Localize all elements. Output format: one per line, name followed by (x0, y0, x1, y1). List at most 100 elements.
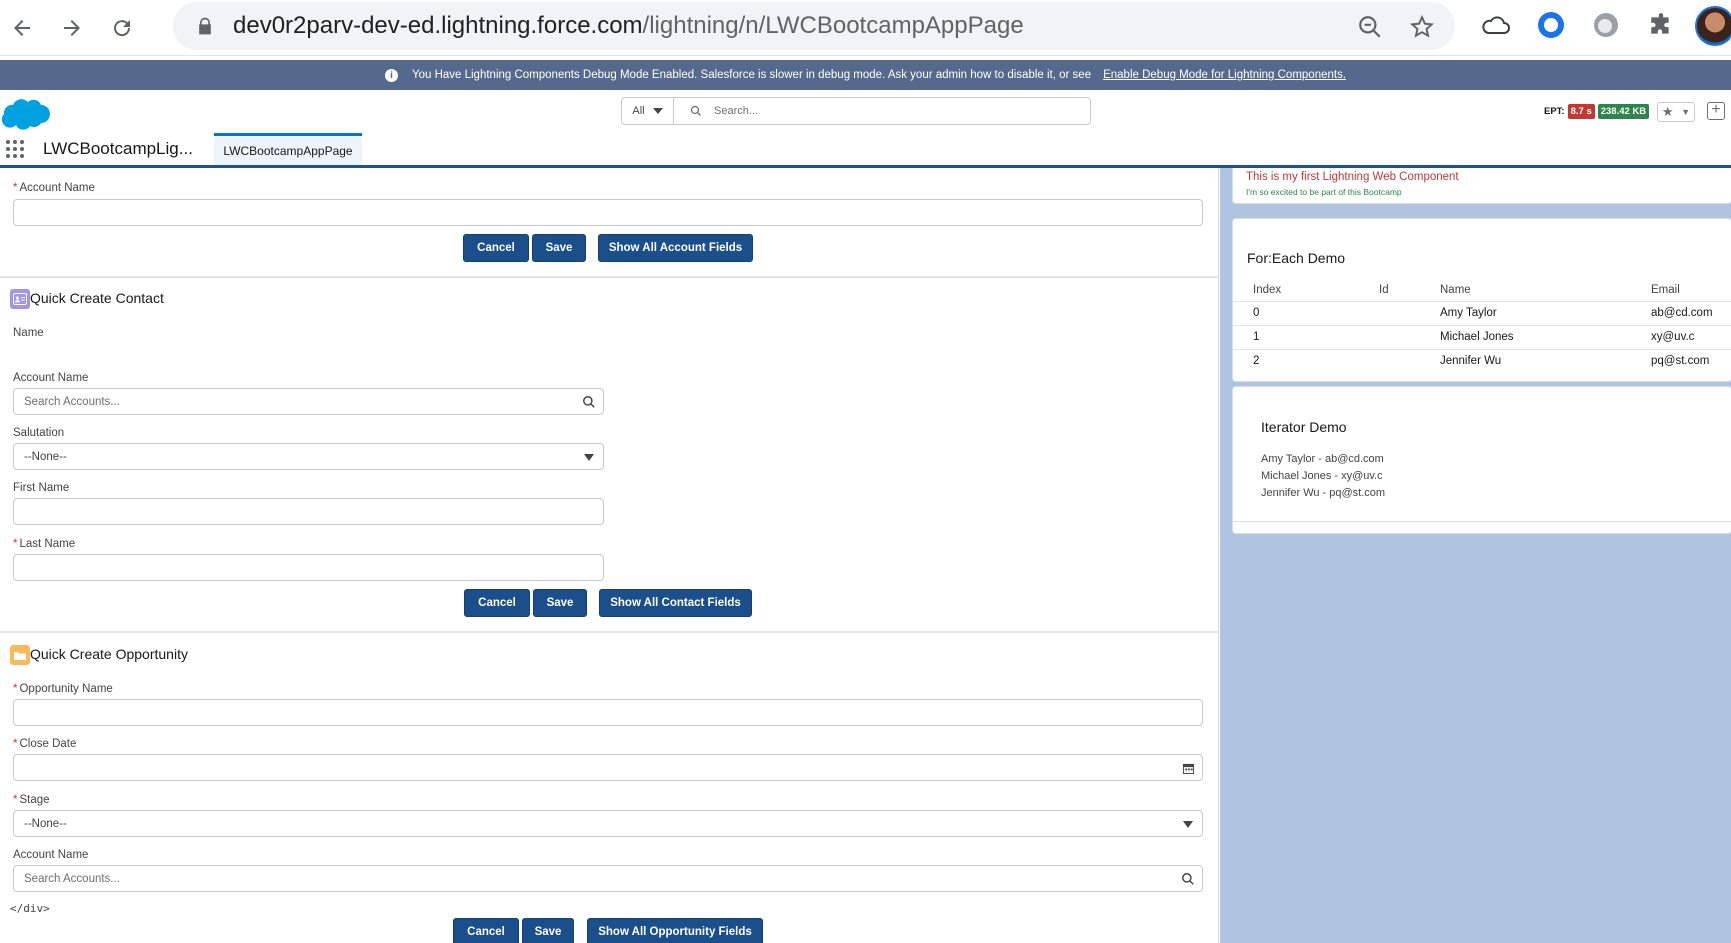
opportunity-name-field[interactable] (13, 699, 1203, 726)
contact-icon (10, 289, 30, 309)
iterator-demo-title: Iterator Demo (1261, 419, 1347, 435)
quick-create-contact-title: Quick Create Contact (30, 290, 164, 306)
contact-save-button[interactable]: Save (533, 589, 587, 617)
quick-create-opportunity-title: Quick Create Opportunity (30, 646, 188, 662)
list-item: Amy Taylor - ab@cd.com (1261, 453, 1384, 465)
foreach-demo-card: For:Each Demo Index Id Name Email 0 Amy … (1232, 218, 1731, 382)
global-search[interactable]: All Search... (621, 97, 1091, 125)
forward-button[interactable] (52, 8, 92, 48)
hello-line-2: I'm so excited to be part of this Bootca… (1246, 187, 1402, 197)
account-name-field[interactable] (13, 199, 1203, 226)
stage-select[interactable]: --None-- (13, 810, 1203, 837)
column-header-id: Id (1379, 283, 1389, 296)
column-header-email: Email (1651, 283, 1680, 296)
ept-time-badge: 8.7 s (1567, 104, 1595, 119)
reload-icon (114, 20, 131, 37)
back-icon (14, 20, 30, 36)
cell-email: xy@uv.c (1631, 324, 1731, 349)
close-date-field[interactable] (13, 754, 1203, 781)
star-icon[interactable]: ★ (1662, 104, 1674, 120)
tab-lwc-bootcamp-app-page[interactable]: LWCBootcampAppPage (214, 133, 362, 165)
card-divider (1233, 521, 1731, 522)
forward-icon (64, 20, 80, 36)
cell-id (1359, 348, 1420, 373)
cell-name: Amy Taylor (1420, 300, 1631, 325)
hello-line-1: This is my first Lightning Web Component (1246, 171, 1459, 183)
back-button[interactable] (2, 8, 42, 48)
info-icon: i (384, 68, 398, 82)
first-name-field[interactable] (13, 498, 604, 525)
debug-banner-message: You Have Lightning Components Debug Mode… (411, 69, 1092, 81)
account-name-label: * Account Name (13, 182, 95, 194)
star-icon[interactable] (1409, 14, 1435, 40)
cell-email: pq@st.com (1631, 348, 1731, 373)
cloud-icon[interactable] (1480, 10, 1510, 40)
chevron-down-icon (1180, 816, 1196, 832)
show-all-opportunity-fields-button[interactable]: Show All Opportunity Fields (587, 918, 763, 943)
opportunity-name-label: * Opportunity Name (13, 683, 113, 695)
global-header: All Search... EPT: 8.7 s 238.42 KB ★ ▼ + (0, 90, 1731, 130)
table-row: 0 Amy Taylor ab@cd.com (1233, 300, 1731, 325)
foreach-demo-title: For:Each Demo (1247, 250, 1346, 266)
puzzle-icon[interactable] (1646, 10, 1676, 40)
opportunity-account-search-input[interactable]: Search Accounts... (13, 865, 1203, 892)
debug-mode-link[interactable]: Enable Debug Mode for Lightning Componen… (1103, 69, 1346, 81)
show-all-contact-fields-button[interactable]: Show All Contact Fields (599, 589, 752, 617)
hello-world-card: This is my first Lightning Web Component… (1232, 168, 1731, 204)
close-date-label: * Close Date (13, 738, 77, 750)
address-bar[interactable]: dev0r2parv-dev-ed.lightning.force.com/li… (173, 2, 1455, 50)
cell-name: Jennifer Wu (1420, 348, 1631, 373)
table-row: 1 Michael Jones xy@uv.c (1233, 324, 1731, 349)
cell-email: ab@cd.com (1631, 300, 1731, 325)
extension-icon[interactable] (1591, 10, 1621, 40)
opportunity-save-button[interactable]: Save (522, 918, 574, 943)
extension-icon[interactable] (1536, 10, 1566, 40)
cell-id (1359, 300, 1420, 325)
salutation-label: Salutation (13, 427, 65, 439)
contact-account-search-input[interactable]: Search Accounts... (13, 388, 604, 415)
list-item: Jennifer Wu - pq@st.com (1261, 487, 1386, 499)
favorites-button[interactable]: ★ ▼ (1657, 102, 1695, 122)
browser-toolbar: dev0r2parv-dev-ed.lightning.force.com/li… (0, 0, 1731, 56)
last-name-field[interactable] (13, 554, 604, 581)
cell-index: 0 (1233, 300, 1359, 325)
cell-name: Michael Jones (1420, 324, 1631, 349)
cell-index: 2 (1233, 348, 1359, 373)
salutation-select[interactable]: --None-- (13, 443, 604, 470)
last-name-label: * Last Name (13, 538, 76, 550)
waffle-icon[interactable] (6, 140, 24, 158)
reload-button[interactable] (102, 8, 142, 48)
section-divider (0, 631, 1218, 633)
search-icon (1180, 871, 1196, 887)
avatar[interactable] (1695, 6, 1731, 46)
search-scope-select[interactable]: All (622, 98, 674, 124)
url-text[interactable]: dev0r2parv-dev-ed.lightning.force.com/li… (233, 12, 1024, 40)
stray-closing-div-text: </div> (10, 902, 50, 915)
cell-id (1359, 324, 1420, 349)
zoom-out-icon[interactable] (1357, 14, 1383, 40)
contact-account-name-label: Account Name (13, 372, 89, 384)
calendar-icon[interactable] (1180, 760, 1196, 776)
right-sidebar: This is my first Lightning Web Component… (1220, 168, 1731, 943)
salesforce-logo[interactable] (0, 92, 52, 130)
contact-name-label: Name (13, 327, 44, 339)
ept-indicator: EPT: 8.7 s 238.42 KB (1544, 104, 1650, 119)
opportunity-icon (10, 645, 30, 665)
chevron-down-icon[interactable]: ▼ (1681, 107, 1690, 117)
opportunity-account-name-label: Account Name (13, 849, 89, 861)
lock-icon[interactable] (195, 16, 215, 36)
account-cancel-button[interactable]: Cancel (463, 234, 529, 262)
search-input[interactable]: Search... (674, 98, 1090, 124)
opportunity-cancel-button[interactable]: Cancel (453, 918, 519, 943)
global-actions-button[interactable]: + (1707, 102, 1725, 120)
foreach-table: Index Id Name Email 0 Amy Taylor ab@cd.c… (1233, 279, 1731, 373)
show-all-account-fields-button[interactable]: Show All Account Fields (598, 234, 753, 262)
cell-index: 1 (1233, 324, 1359, 349)
app-name: LWCBootcampLig... (43, 139, 193, 158)
section-divider (0, 276, 1218, 278)
app-navigation: LWCBootcampLig... LWCBootcampAppPage (0, 130, 1731, 168)
account-save-button[interactable]: Save (532, 234, 586, 262)
contact-cancel-button[interactable]: Cancel (464, 589, 530, 617)
stage-label: * Stage (13, 794, 50, 806)
main-content: * Account Name Cancel Save Show All Accou… (0, 168, 1219, 943)
